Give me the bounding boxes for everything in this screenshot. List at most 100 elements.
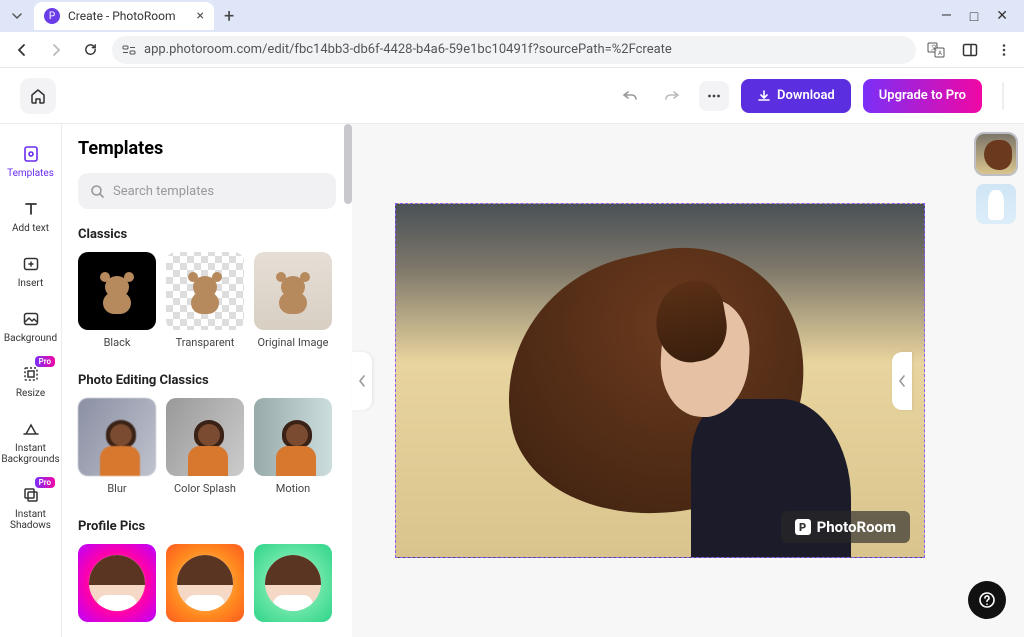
browser-tab[interactable]: P Create - PhotoRoom × bbox=[34, 2, 214, 30]
canvas-area[interactable]: P PhotoRoom bbox=[352, 124, 968, 637]
canvas-selection[interactable]: P PhotoRoom bbox=[395, 203, 925, 558]
home-button[interactable] bbox=[20, 78, 56, 114]
search-icon bbox=[90, 184, 105, 199]
template-transparent[interactable]: Transparent bbox=[166, 252, 244, 349]
templates-icon bbox=[21, 144, 41, 164]
url-field[interactable]: app.photoroom.com/edit/fbc14bb3-db6f-442… bbox=[112, 36, 916, 64]
more-menu-button[interactable] bbox=[699, 81, 729, 111]
app-topbar: Download Upgrade to Pro bbox=[0, 68, 1024, 124]
close-tab-icon[interactable]: × bbox=[197, 8, 204, 24]
url-text: app.photoroom.com/edit/fbc14bb3-db6f-442… bbox=[144, 42, 672, 57]
search-input[interactable]: Search templates bbox=[78, 173, 336, 209]
insert-icon bbox=[21, 254, 41, 274]
forward-button[interactable] bbox=[44, 38, 68, 62]
template-motion[interactable]: Motion bbox=[254, 398, 332, 495]
collapse-layers-button[interactable] bbox=[892, 352, 912, 410]
background-icon bbox=[21, 309, 41, 329]
sidebar-item-instant-backgrounds[interactable]: Instant Backgrounds bbox=[0, 409, 61, 475]
close-window-icon[interactable]: ✕ bbox=[996, 8, 1008, 25]
address-bar: app.photoroom.com/edit/fbc14bb3-db6f-442… bbox=[0, 32, 1024, 68]
sidebar-label: Insert bbox=[18, 278, 44, 289]
thumb-label: Motion bbox=[276, 482, 311, 495]
pro-badge: Pro bbox=[35, 477, 55, 488]
section-title-editing: Photo Editing Classics bbox=[78, 373, 336, 388]
thumb-label: Color Splash bbox=[174, 482, 236, 495]
help-button[interactable] bbox=[968, 581, 1006, 619]
favicon-icon: P bbox=[44, 8, 60, 24]
layer-thumb-cutout[interactable] bbox=[976, 184, 1016, 224]
topbar-divider bbox=[1002, 82, 1004, 110]
sidebar-label: Add text bbox=[12, 223, 49, 234]
panel-scrollbar[interactable] bbox=[342, 124, 352, 637]
template-black[interactable]: Black bbox=[78, 252, 156, 349]
pro-badge: Pro bbox=[35, 356, 55, 367]
thumb-preview bbox=[254, 252, 332, 330]
thumb-preview bbox=[166, 544, 244, 622]
sidebar-label: Instant Backgrounds bbox=[1, 443, 59, 465]
sidebar-item-resize[interactable]: Pro Resize bbox=[0, 354, 61, 409]
browser-menu-icon[interactable] bbox=[994, 40, 1014, 60]
template-original[interactable]: Original Image bbox=[254, 252, 332, 349]
svg-text:文: 文 bbox=[931, 44, 937, 52]
new-tab-button[interactable]: + bbox=[224, 6, 234, 27]
sidebar-label: Instant Shadows bbox=[4, 509, 57, 531]
translate-icon[interactable]: 文A bbox=[926, 40, 946, 60]
svg-text:A: A bbox=[938, 50, 942, 57]
download-button[interactable]: Download bbox=[741, 79, 851, 113]
editing-row: Blur Color Splash Motion bbox=[78, 398, 336, 495]
templates-panel: Templates Search templates Classics Blac… bbox=[62, 124, 352, 637]
sidebar-item-templates[interactable]: Templates bbox=[0, 134, 61, 189]
sidebar-label: Resize bbox=[16, 388, 45, 399]
reload-button[interactable] bbox=[78, 38, 102, 62]
watermark: P PhotoRoom bbox=[781, 511, 910, 543]
template-color-splash[interactable]: Color Splash bbox=[166, 398, 244, 495]
upgrade-button[interactable]: Upgrade to Pro bbox=[863, 79, 982, 113]
minimize-icon[interactable]: — bbox=[941, 8, 952, 25]
browser-tab-strip: P Create - PhotoRoom × + — □ ✕ bbox=[0, 0, 1024, 32]
tab-search-button[interactable] bbox=[6, 5, 28, 27]
template-profile-3[interactable] bbox=[254, 544, 332, 622]
resize-icon bbox=[21, 364, 41, 384]
watermark-text: PhotoRoom bbox=[817, 518, 896, 536]
maximize-icon[interactable]: □ bbox=[970, 8, 978, 25]
sidebar-item-background[interactable]: Background bbox=[0, 299, 61, 354]
template-profile-2[interactable] bbox=[166, 544, 244, 622]
upgrade-label: Upgrade to Pro bbox=[879, 88, 966, 103]
sidebar-item-insert[interactable]: Insert bbox=[0, 244, 61, 299]
tab-title: Create - PhotoRoom bbox=[68, 9, 189, 23]
thumb-preview bbox=[166, 398, 244, 476]
thumb-preview bbox=[166, 252, 244, 330]
download-label: Download bbox=[777, 88, 835, 103]
main-area: Templates Add text Insert Background Pro… bbox=[0, 124, 1024, 637]
template-blur[interactable]: Blur bbox=[78, 398, 156, 495]
section-title-profile: Profile Pics bbox=[78, 519, 336, 534]
watermark-logo-icon: P bbox=[795, 519, 811, 535]
classics-row: Black Transparent Original Image bbox=[78, 252, 336, 349]
panel-title: Templates bbox=[78, 138, 336, 159]
thumb-label: Transparent bbox=[176, 336, 235, 349]
text-icon bbox=[21, 199, 41, 219]
scrollbar-thumb[interactable] bbox=[344, 124, 352, 204]
collapse-panel-button[interactable] bbox=[352, 352, 372, 410]
thumb-label: Blur bbox=[107, 482, 126, 495]
section-title-classics: Classics bbox=[78, 227, 336, 242]
thumb-label: Original Image bbox=[258, 336, 329, 349]
back-button[interactable] bbox=[10, 38, 34, 62]
tool-sidebar: Templates Add text Insert Background Pro… bbox=[0, 124, 62, 637]
window-controls: — □ ✕ bbox=[941, 8, 1018, 25]
undo-button[interactable] bbox=[615, 81, 645, 111]
help-icon bbox=[978, 591, 996, 609]
home-icon bbox=[29, 87, 47, 105]
sidebar-label: Templates bbox=[7, 168, 54, 179]
thumb-preview bbox=[78, 252, 156, 330]
site-settings-icon[interactable] bbox=[122, 43, 136, 57]
template-profile-1[interactable] bbox=[78, 544, 156, 622]
side-panel-icon[interactable] bbox=[960, 40, 980, 60]
redo-button[interactable] bbox=[657, 81, 687, 111]
layer-thumb-original[interactable] bbox=[976, 134, 1016, 174]
sidebar-item-instant-shadows[interactable]: Pro Instant Shadows bbox=[0, 475, 61, 541]
sidebar-item-add-text[interactable]: Add text bbox=[0, 189, 61, 244]
thumb-preview bbox=[78, 398, 156, 476]
profile-row bbox=[78, 544, 336, 622]
canvas-image bbox=[506, 234, 876, 558]
